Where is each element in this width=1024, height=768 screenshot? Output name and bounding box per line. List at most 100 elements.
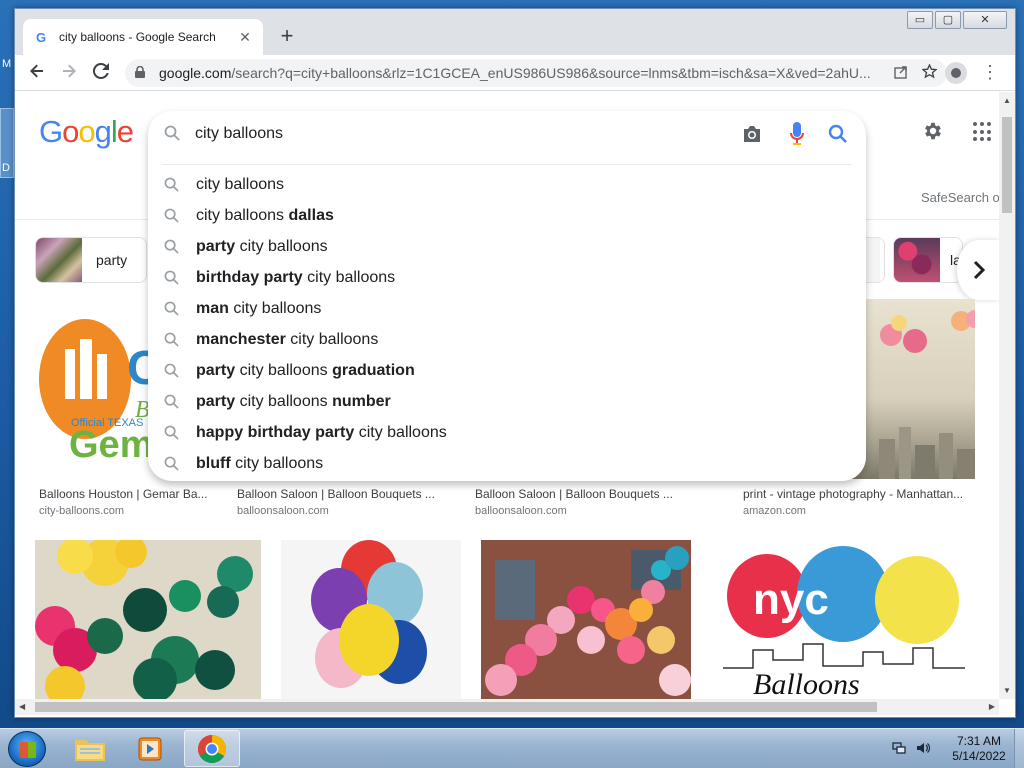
- maximize-button[interactable]: ▢: [935, 11, 961, 29]
- tray-icons: [892, 741, 931, 758]
- settings-gear-icon[interactable]: [921, 120, 945, 144]
- suggestion-text-bold: birthday party: [196, 268, 303, 286]
- back-arrow-icon: [30, 64, 43, 78]
- logo-letter: G: [39, 114, 63, 149]
- search-results-page: Google SafeSearch o party la Official TE…: [15, 92, 999, 699]
- microphone-icon[interactable]: [790, 122, 804, 146]
- suggestion-search-icon: [164, 301, 180, 316]
- scroll-up-arrow-icon[interactable]: ▲: [1003, 96, 1011, 105]
- result-image[interactable]: [281, 540, 461, 699]
- google-apps-icon[interactable]: [973, 122, 993, 142]
- suggestion-text-part: city balloons: [235, 392, 333, 410]
- minimize-button[interactable]: ▭: [907, 11, 933, 29]
- browser-toolbar: google.com/search?q=city+balloons&rlz=1C…: [15, 55, 1015, 91]
- result-source[interactable]: amazon.com: [743, 505, 806, 517]
- image-result[interactable]: [35, 540, 261, 699]
- search-autocomplete-dropdown: city balloons city balloons city balloons…: [148, 111, 866, 481]
- suggestion-text-bold: dallas: [288, 206, 334, 224]
- search-suggestion[interactable]: city balloons: [148, 169, 866, 200]
- forward-arrow-icon: [63, 64, 76, 78]
- vertical-scrollbar[interactable]: ▲ ▼: [999, 92, 1015, 699]
- horizontal-scroll-thumb[interactable]: [35, 702, 877, 712]
- taskbar-explorer-button[interactable]: [62, 730, 118, 767]
- new-tab-button[interactable]: +: [273, 23, 301, 51]
- google-logo[interactable]: Google: [39, 114, 134, 150]
- suggestion-text: manchester city balloons: [196, 331, 378, 349]
- lock-icon[interactable]: [135, 65, 149, 81]
- result-image[interactable]: [481, 540, 691, 699]
- share-icon[interactable]: [894, 65, 908, 82]
- result-source[interactable]: balloonsaloon.com: [237, 505, 329, 517]
- search-input[interactable]: city balloons: [195, 125, 283, 143]
- result-image[interactable]: nyc Balloons: [713, 540, 975, 699]
- search-suggestion[interactable]: city balloons dallas: [148, 200, 866, 231]
- safesearch-link[interactable]: SafeSearch o: [921, 190, 999, 205]
- scroll-left-arrow-icon[interactable]: ◀: [19, 702, 25, 711]
- profile-avatar[interactable]: [945, 62, 967, 84]
- scroll-right-arrow-icon[interactable]: ▶: [989, 702, 995, 711]
- suggestion-search-icon: [164, 177, 180, 192]
- url-path: /search?q=city+balloons&rlz=1C1GCEA_enUS…: [231, 65, 871, 81]
- suggestion-text-bold: manchester: [196, 330, 286, 348]
- search-icon: [164, 125, 180, 146]
- chrome-menu-icon[interactable]: ⋮: [981, 61, 999, 85]
- bookmark-star-icon[interactable]: [921, 63, 938, 82]
- suggestion-text-bold: man: [196, 299, 229, 317]
- result-image[interactable]: [35, 540, 261, 699]
- suggestion-text: city balloons dallas: [196, 207, 334, 225]
- taskbar-clock[interactable]: 7:31 AM 5/14/2022: [944, 734, 1014, 764]
- search-suggestion[interactable]: party city balloons number: [148, 386, 866, 417]
- reload-button[interactable]: [89, 61, 113, 85]
- taskbar-chrome-button[interactable]: [184, 730, 240, 767]
- related-chip[interactable]: la: [893, 237, 963, 283]
- suggestion-text: party city balloons: [196, 238, 328, 256]
- result-title[interactable]: print - vintage photography - Manhattan.…: [743, 487, 971, 501]
- show-desktop-button[interactable]: [1014, 729, 1024, 768]
- search-suggestion[interactable]: party city balloons graduation: [148, 355, 866, 386]
- taskbar-media-player-button[interactable]: [122, 730, 178, 767]
- close-window-button[interactable]: ✕: [963, 11, 1007, 29]
- result-source[interactable]: balloonsaloon.com: [475, 505, 567, 517]
- suggestion-text-part: city balloons: [235, 237, 328, 255]
- desktop-label: D: [2, 162, 10, 174]
- suggestion-text: bluff city balloons: [196, 455, 323, 473]
- logo-letter: g: [94, 114, 112, 149]
- suggestion-text-part: city balloons: [235, 361, 333, 379]
- title-bar: G city balloons - Google Search ✕ + ▭ ▢ …: [15, 9, 1015, 55]
- chips-next-chevron-icon[interactable]: [957, 240, 999, 300]
- system-tray: 7:31 AM 5/14/2022: [884, 729, 1024, 768]
- search-bar[interactable]: city balloons: [148, 111, 866, 159]
- result-title[interactable]: Balloon Saloon | Balloon Bouquets ...: [237, 487, 447, 501]
- result-title[interactable]: Balloon Saloon | Balloon Bouquets ...: [475, 487, 715, 501]
- tab-close-icon[interactable]: ✕: [237, 29, 253, 46]
- suggestion-text: party city balloons graduation: [196, 362, 415, 380]
- image-result[interactable]: nyc Balloons: [713, 540, 975, 699]
- back-button[interactable]: [25, 61, 49, 85]
- url-text[interactable]: google.com/search?q=city+balloons&rlz=1C…: [159, 65, 880, 81]
- volume-icon[interactable]: [916, 741, 931, 758]
- image-result[interactable]: [481, 540, 691, 699]
- suggestion-text: birthday party city balloons: [196, 269, 395, 287]
- search-suggestion[interactable]: bluff city balloons: [148, 448, 866, 479]
- search-suggestion[interactable]: manchester city balloons: [148, 324, 866, 355]
- suggestion-text-bold: happy birthday party: [196, 423, 355, 441]
- address-bar[interactable]: google.com/search?q=city+balloons&rlz=1C…: [125, 59, 947, 87]
- search-suggestion[interactable]: birthday party city balloons: [148, 262, 866, 293]
- browser-tab[interactable]: G city balloons - Google Search ✕: [23, 19, 263, 55]
- network-icon[interactable]: [892, 741, 906, 758]
- suggestion-search-icon: [164, 394, 180, 409]
- search-suggestion[interactable]: happy birthday party city balloons: [148, 417, 866, 448]
- related-chip[interactable]: party: [35, 237, 147, 283]
- image-result[interactable]: [281, 540, 461, 699]
- search-submit-icon[interactable]: [828, 124, 848, 149]
- search-suggestion[interactable]: party city balloons: [148, 231, 866, 262]
- scroll-down-arrow-icon[interactable]: ▼: [1003, 686, 1011, 695]
- camera-search-icon[interactable]: [742, 125, 764, 143]
- result-source[interactable]: city-balloons.com: [39, 505, 124, 517]
- horizontal-scrollbar[interactable]: ◀ ▶: [15, 699, 999, 715]
- start-button[interactable]: [8, 731, 46, 767]
- forward-button[interactable]: [57, 61, 81, 85]
- result-title[interactable]: Balloons Houston | Gemar Ba...: [39, 487, 219, 501]
- search-suggestion[interactable]: man city balloons: [148, 293, 866, 324]
- vertical-scroll-thumb[interactable]: [1002, 117, 1012, 213]
